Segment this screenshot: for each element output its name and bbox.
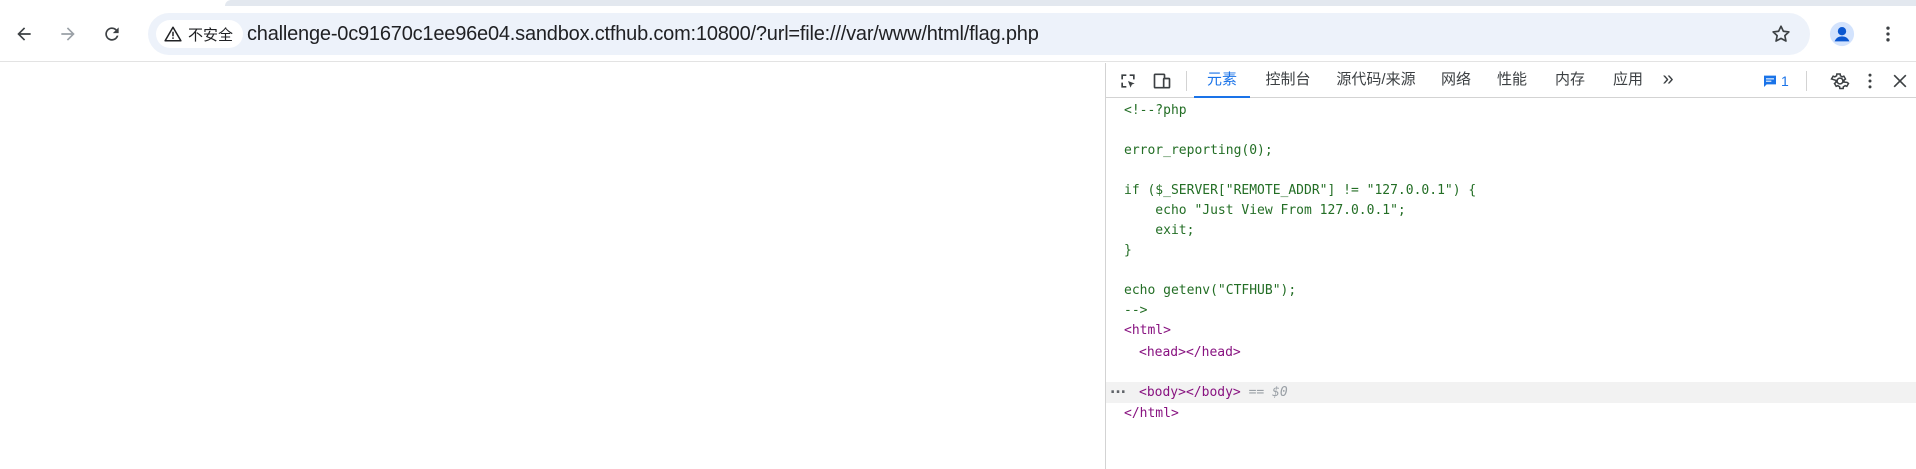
html-open-tag[interactable]: <html> — [1124, 321, 1171, 341]
more-tabs-button[interactable]: » — [1656, 63, 1680, 98]
close-icon — [1893, 74, 1907, 88]
elements-tree: <!--?php error_reporting(0); if ($_SERVE… — [1106, 99, 1916, 469]
tab-elements[interactable]: 元素 — [1194, 63, 1250, 98]
address-bar[interactable]: 不安全 challenge-0c91670c1ee96e04.sandbox.c… — [148, 13, 1810, 55]
comment-line[interactable]: --> — [1124, 301, 1147, 321]
row-options-ellipsis[interactable]: ... — [1110, 382, 1126, 402]
issues-count: 1 — [1781, 73, 1789, 89]
forward-button[interactable] — [50, 16, 86, 52]
body-tag: <body></body> — [1139, 385, 1241, 400]
tab-network[interactable]: 网络 — [1434, 63, 1478, 98]
tab-sources[interactable]: 源代码/来源 — [1328, 63, 1424, 98]
star-icon — [1772, 25, 1790, 42]
kebab-menu-icon — [1886, 26, 1890, 42]
arrow-right-icon — [61, 27, 75, 41]
tab-memory[interactable]: 内存 — [1548, 63, 1592, 98]
security-label: 不安全 — [188, 26, 234, 44]
reload-icon — [105, 27, 119, 41]
reload-button[interactable] — [94, 16, 130, 52]
url-text[interactable]: challenge-0c91670c1ee96e04.sandbox.ctfhu… — [247, 23, 1039, 46]
gear-icon — [1830, 73, 1850, 90]
profile-button[interactable] — [1826, 18, 1858, 50]
head-node[interactable]: <head></head> — [1139, 343, 1241, 363]
comment-line[interactable]: echo getenv("CTFHUB"); — [1124, 281, 1296, 301]
devtools-menu-button[interactable] — [1858, 69, 1882, 93]
devtools-settings-button[interactable] — [1828, 69, 1852, 93]
toolbar-divider-right — [1806, 71, 1807, 91]
tab-console[interactable]: 控制台 — [1258, 63, 1318, 98]
message-icon — [1764, 75, 1776, 87]
html-close-tag[interactable]: </html> — [1124, 404, 1179, 424]
kebab-menu-icon — [1868, 73, 1872, 89]
warning-triangle-icon — [164, 26, 182, 42]
inspect-element-button[interactable] — [1116, 69, 1140, 93]
browser-menu-button[interactable] — [1872, 18, 1904, 50]
browser-toolbar: 不安全 challenge-0c91670c1ee96e04.sandbox.c… — [0, 6, 1916, 62]
devtools-toolbar: 元素 控制台 源代码/来源 网络 性能 内存 应用 » 1 — [1106, 63, 1916, 98]
body-node[interactable]: <body></body> == $0 — [1139, 383, 1288, 403]
comment-line[interactable]: error_reporting(0); — [1124, 141, 1273, 161]
devtools-close-button[interactable] — [1888, 69, 1912, 93]
security-chip[interactable]: 不安全 — [156, 20, 244, 48]
avatar-icon — [1829, 21, 1855, 47]
comment-line[interactable]: } — [1124, 241, 1132, 261]
back-button[interactable] — [6, 16, 42, 52]
devtools-panel: 元素 控制台 源代码/来源 网络 性能 内存 应用 » 1 <!--?php e… — [1105, 63, 1916, 469]
comment-line[interactable]: exit; — [1124, 221, 1194, 241]
arrow-left-icon — [17, 27, 31, 41]
tab-performance[interactable]: 性能 — [1490, 63, 1534, 98]
tab-application[interactable]: 应用 — [1606, 63, 1650, 98]
bookmark-button[interactable] — [1764, 17, 1798, 51]
toolbar-divider — [1186, 71, 1187, 91]
device-toggle-button[interactable] — [1150, 69, 1174, 93]
issues-badge[interactable]: 1 — [1762, 71, 1789, 91]
comment-line[interactable]: <!--?php — [1124, 101, 1187, 121]
page-viewport — [0, 63, 1105, 469]
inspect-element-icon — [1121, 74, 1135, 88]
comment-line[interactable]: echo "Just View From 127.0.0.1"; — [1124, 201, 1405, 221]
device-toggle-icon — [1153, 73, 1171, 89]
selected-node-marker: == $0 — [1248, 385, 1288, 400]
comment-line[interactable]: if ($_SERVER["REMOTE_ADDR"] != "127.0.0.… — [1124, 181, 1476, 201]
